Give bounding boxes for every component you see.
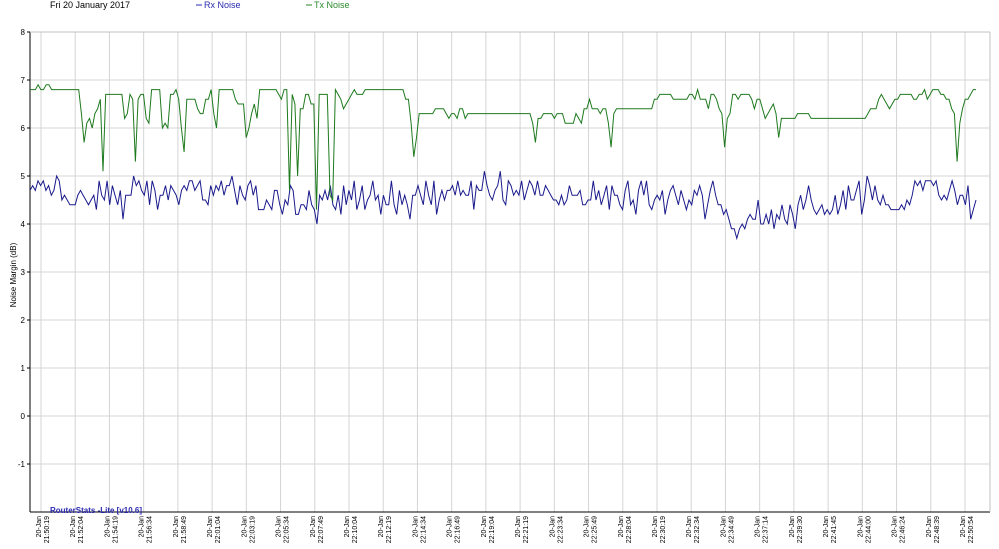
x-tick-date: 20-Jan bbox=[652, 516, 659, 538]
x-tick-date: 20-Jan bbox=[241, 516, 248, 538]
x-tick-date: 20-Jan bbox=[686, 516, 693, 538]
y-tick-label: 7 bbox=[21, 76, 26, 85]
x-tick-date: 20-Jan bbox=[276, 516, 283, 538]
x-tick-date: 20-Jan bbox=[549, 516, 556, 538]
x-tick-time: 22:12:19 bbox=[386, 516, 393, 543]
x-tick-time: 22:39:30 bbox=[797, 516, 804, 543]
x-tick-date: 20-Jan bbox=[823, 516, 830, 538]
y-tick-label: 3 bbox=[21, 268, 26, 277]
legend-rx-label: Rx Noise bbox=[204, 0, 241, 10]
x-tick-time: 22:41:45 bbox=[831, 516, 838, 543]
x-tick-date: 20-Jan bbox=[139, 516, 146, 538]
chart-grid bbox=[30, 31, 990, 512]
x-tick-time: 22:21:19 bbox=[523, 516, 530, 543]
x-tick-date: 20-Jan bbox=[789, 516, 796, 538]
y-axis-ticks: -1 0 1 2 3 4 5 6 7 8 bbox=[18, 28, 30, 469]
y-tick-label: 8 bbox=[21, 28, 26, 37]
tx-noise-line bbox=[30, 83, 976, 210]
x-tick-time: 21:56:34 bbox=[147, 516, 154, 543]
x-tick-date: 20-Jan bbox=[344, 516, 351, 538]
date-label: Fri 20 January 2017 bbox=[50, 0, 130, 10]
x-tick-time: 22:34:49 bbox=[728, 516, 735, 543]
x-tick-time: 22:03:19 bbox=[249, 516, 256, 543]
x-tick-date: 20-Jan bbox=[207, 516, 214, 538]
x-tick-date: 20-Jan bbox=[892, 516, 899, 538]
rx-noise-line bbox=[29, 171, 977, 241]
x-tick-time: 21:52:04 bbox=[78, 516, 85, 543]
chart-header: Fri 20 January 2017 Rx Noise Tx Noise bbox=[50, 0, 350, 10]
x-tick-time: 22:19:04 bbox=[489, 516, 496, 543]
x-tick-date: 20-Jan bbox=[104, 516, 111, 538]
x-tick-time: 21:50:19 bbox=[44, 516, 51, 543]
y-tick-label: -1 bbox=[18, 460, 26, 469]
x-tick-time: 22:07:49 bbox=[318, 516, 325, 543]
x-tick-date: 20-Jan bbox=[412, 516, 419, 538]
x-tick-time: 22:14:34 bbox=[420, 516, 427, 543]
x-tick-time: 22:25:49 bbox=[592, 516, 599, 543]
y-tick-label: 4 bbox=[21, 220, 26, 229]
x-tick-time: 22:30:19 bbox=[660, 516, 667, 543]
y-tick-label: 2 bbox=[21, 316, 26, 325]
series-lines bbox=[29, 83, 977, 241]
x-tick-date: 20-Jan bbox=[515, 516, 522, 538]
x-tick-date: 20-Jan bbox=[481, 516, 488, 538]
x-axis-ticks: 20-Jan 21:50:19 20-Jan 21:52:04 20-Jan 21:54:… bbox=[36, 516, 975, 543]
x-tick-date: 20-Jan bbox=[310, 516, 317, 538]
y-tick-label: 5 bbox=[21, 172, 26, 181]
x-tick-time: 22:23:34 bbox=[557, 516, 564, 543]
watermark-label: RouterStats -Lite [v10.6] bbox=[50, 506, 142, 515]
x-tick-time: 22:50:54 bbox=[968, 516, 975, 543]
x-tick-time: 22:16:49 bbox=[455, 516, 462, 543]
x-tick-date: 20-Jan bbox=[755, 516, 762, 538]
x-tick-time: 22:28:04 bbox=[626, 516, 633, 543]
x-tick-time: 22:44:00 bbox=[865, 516, 872, 543]
legend-tx-label: Tx Noise bbox=[314, 0, 350, 10]
x-tick-date: 20-Jan bbox=[720, 516, 727, 538]
x-tick-date: 20-Jan bbox=[618, 516, 625, 538]
x-tick-date: 20-Jan bbox=[584, 516, 591, 538]
x-tick-date: 20-Jan bbox=[926, 516, 933, 538]
x-tick-time: 22:10:04 bbox=[352, 516, 359, 543]
x-tick-date: 20-Jan bbox=[378, 516, 385, 538]
x-tick-date: 20-Jan bbox=[857, 516, 864, 538]
x-tick-time: 22:37:14 bbox=[763, 516, 770, 543]
x-tick-date: 20-Jan bbox=[960, 516, 967, 538]
chart-svg: Fri 20 January 2017 Rx Noise Tx Noise -1… bbox=[9, 0, 991, 543]
x-tick-time: 22:46:24 bbox=[900, 516, 907, 543]
x-tick-time: 22:48:39 bbox=[934, 516, 941, 543]
x-tick-time: 21:54:19 bbox=[112, 516, 119, 543]
x-tick-time: 22:01:04 bbox=[215, 516, 222, 543]
x-tick-date: 20-Jan bbox=[70, 516, 77, 538]
x-tick-date: 20-Jan bbox=[173, 516, 180, 538]
x-tick-date: 20-Jan bbox=[36, 516, 43, 538]
x-tick-time: 22:05:34 bbox=[284, 516, 291, 543]
y-axis-label: Noise Margin (dB) bbox=[9, 242, 18, 307]
y-tick-label: 1 bbox=[21, 364, 26, 373]
noise-margin-chart: Fri 20 January 2017 Rx Noise Tx Noise -1… bbox=[0, 0, 999, 544]
x-tick-date: 20-Jan bbox=[447, 516, 454, 538]
x-tick-time: 21:58:49 bbox=[181, 516, 188, 543]
x-tick-time: 22:32:34 bbox=[694, 516, 701, 543]
y-tick-label: 6 bbox=[21, 124, 26, 133]
y-tick-label: 0 bbox=[21, 412, 26, 421]
